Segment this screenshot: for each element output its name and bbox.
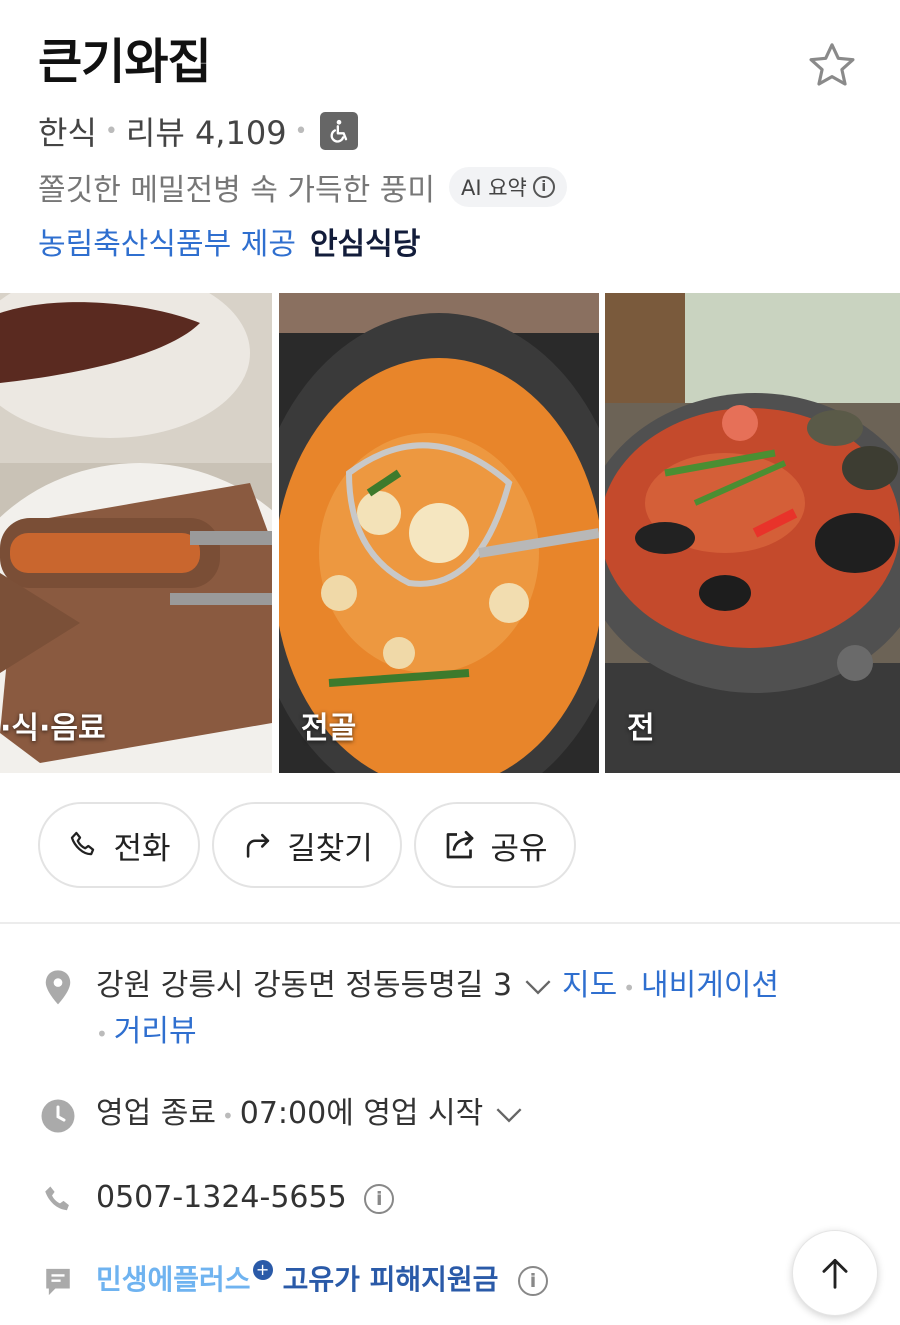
address-row: 강원 강릉시 강동면 정동등명길 3 지도 • 내비게이션 • 거리뷰 [38,964,862,1056]
photo-label: ·식·음료 [0,711,106,746]
separator-dot: • [96,1022,108,1046]
promo-brand: 민생에플러스 [96,1263,251,1296]
share-button[interactable]: 공유 [414,802,576,888]
review-label: 리뷰 [125,114,185,152]
promo-row[interactable]: 민생에플러스 + 고유가 피해지원금 i [38,1258,862,1302]
arrow-up-icon [822,1258,848,1289]
location-pin-icon [38,968,78,1008]
favorite-button[interactable] [802,36,862,96]
place-meta: 한식 • 리뷰 4,109 • [38,108,358,154]
hours-text: 영업 종료 • 07:00에 영업 시작 [96,1092,533,1138]
hours-row[interactable]: 영업 종료 • 07:00에 영업 시작 [38,1092,862,1138]
action-bar: 전화 길찾기 공유 [38,802,576,888]
info-icon[interactable]: i [517,1265,548,1296]
promo-subsidy: 고유가 피해지원금 [282,1263,499,1296]
directions-label: 길찾기 [287,830,373,867]
info-icon: i [532,176,555,198]
scroll-top-button[interactable] [792,1230,878,1316]
chevron-down-icon[interactable] [495,1106,523,1124]
message-icon [38,1262,78,1302]
star-icon [809,43,855,86]
category-label: 한식 [38,114,97,152]
certification[interactable]: 농림축산식품부 제공 안심식당 [38,218,420,264]
cert-name: 안심식당 [309,227,421,262]
street-view-link[interactable]: 거리뷰 [114,1014,197,1049]
promo-text: 민생에플러스 + 고유가 피해지원금 i [96,1258,548,1302]
place-description: 쫄깃한 메밀전병 속 가득한 풍미 AI 요약 i [38,164,567,210]
share-icon [447,830,474,859]
phone-icon [71,831,95,856]
separator-dot: • [294,118,308,144]
place-header: 큰기와집 [38,30,862,94]
call-label: 전화 [113,830,171,867]
photo-label: 전골 [301,711,357,746]
cert-source: 농림축산식품부 제공 [38,227,296,262]
separator-dot: • [221,1104,234,1128]
chevron-down-icon[interactable] [524,978,552,996]
call-button[interactable]: 전화 [38,802,200,888]
separator-dot: • [623,976,636,1000]
map-link[interactable]: 지도 [562,968,617,1003]
address-block: 강원 강릉시 강동면 정동등명길 3 지도 • 내비게이션 • 거리뷰 [96,964,779,1056]
wheelchair-icon [319,112,358,150]
photo-hotpot[interactable]: 전골 [279,293,599,773]
business-status: 영업 종료 [96,1096,216,1131]
share-label: 공유 [490,830,548,867]
info-icon[interactable]: i [364,1183,395,1214]
photo-seafood[interactable]: 전 [605,293,900,773]
phone-row[interactable]: 0507-1324-5655 i [38,1176,862,1220]
opening-time: 07:00에 영업 시작 [239,1096,484,1131]
phone-number[interactable]: 0507-1324-5655 [96,1180,347,1215]
photo-drinks[interactable]: ·식·음료 [0,293,272,773]
section-divider [0,922,900,924]
ai-summary-badge[interactable]: AI 요약 i [448,167,567,207]
photo-label: 전 [627,711,655,746]
directions-icon [247,833,270,858]
phone-text: 0507-1324-5655 i [96,1176,395,1220]
review-link[interactable]: 리뷰 4,109 [126,108,287,154]
plus-badge: + [252,1260,273,1280]
photo-strip[interactable]: ·식·음료 전골 전 [0,293,900,773]
clock-icon [38,1096,78,1136]
ai-summary-label: AI 요약 [460,176,527,200]
address-text[interactable]: 강원 강릉시 강동면 정동등명길 3 [96,968,512,1003]
navigation-link[interactable]: 내비게이션 [641,968,779,1003]
description-text: 쫄깃한 메밀전병 속 가득한 풍미 [38,173,435,208]
directions-button[interactable]: 길찾기 [212,802,402,888]
separator-dot: • [104,118,118,144]
place-title: 큰기와집 [38,34,212,90]
review-count: 4,109 [194,114,287,152]
phone-icon [38,1180,78,1220]
